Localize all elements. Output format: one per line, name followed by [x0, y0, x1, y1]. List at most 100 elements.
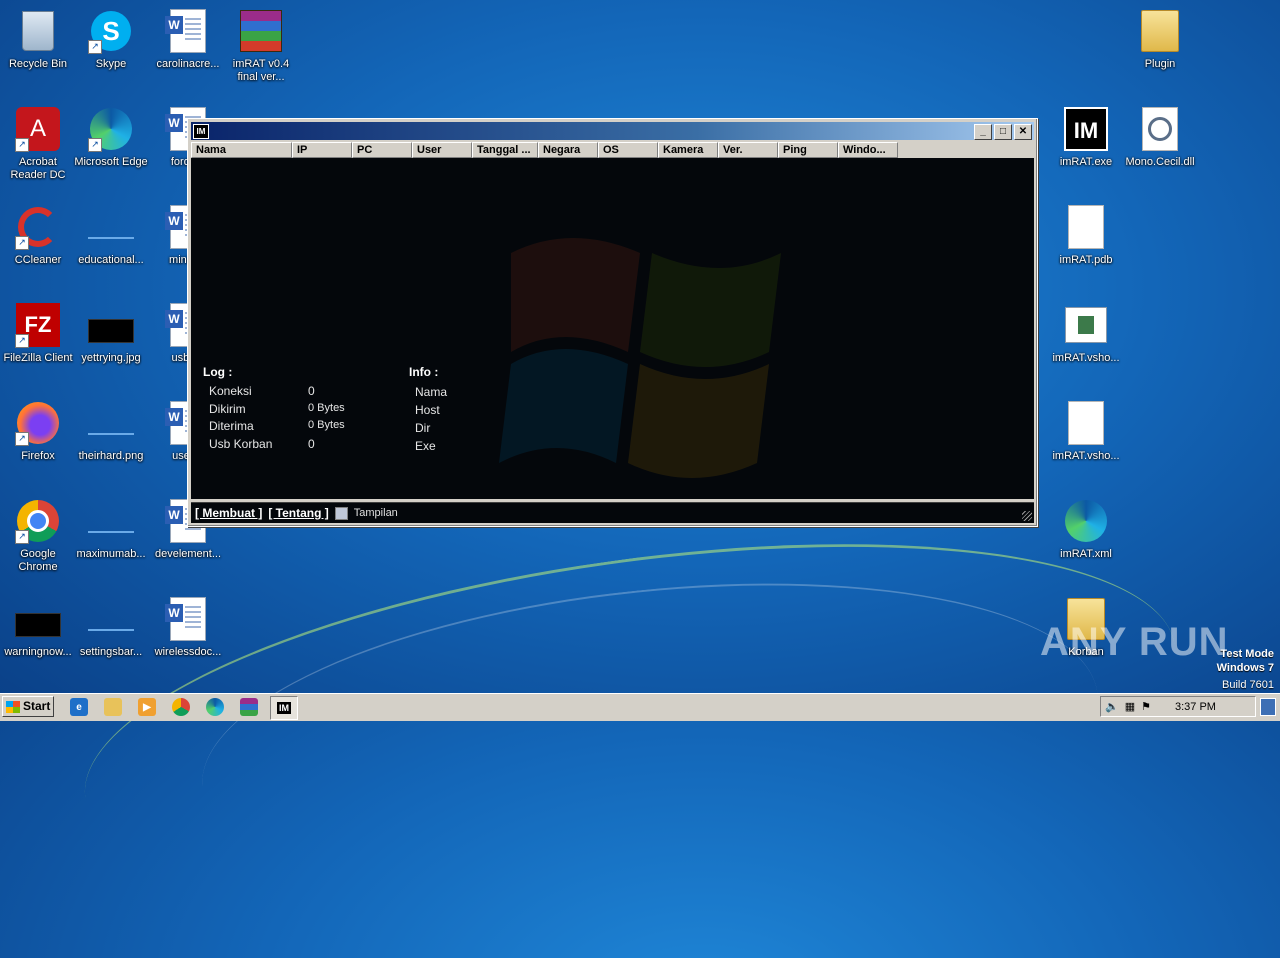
chrome-taskbar-icon[interactable]: [172, 698, 190, 716]
column-header-pc[interactable]: PC: [352, 142, 412, 158]
info-title: Info :: [409, 365, 439, 379]
resize-grip[interactable]: [1022, 511, 1032, 521]
chrome-icon: ↗: [15, 498, 61, 544]
desktop-icon-warningnow[interactable]: warningnow...: [0, 596, 76, 659]
system-tray: 🔈 ▦ ⚑ 3:37 PM: [1100, 696, 1256, 717]
desktop-icon-plugin[interactable]: Plugin: [1122, 8, 1198, 71]
windows-flag-icon: [6, 700, 20, 713]
desktop-icon-edge[interactable]: ↗ Microsoft Edge: [73, 106, 149, 169]
desktop-icon-imrat-vshost-1[interactable]: imRAT.vsho...: [1048, 302, 1124, 365]
internet-explorer-icon[interactable]: e: [70, 698, 88, 716]
acrobat-icon: A ↗: [15, 106, 61, 152]
start-button[interactable]: Start: [2, 696, 54, 717]
column-header-ver[interactable]: Ver.: [718, 142, 778, 158]
icon-label: Acrobat Reader DC: [10, 156, 66, 181]
column-header-tanggal[interactable]: Tanggal ...: [472, 142, 538, 158]
anyrun-watermark: ANY RUN: [1040, 620, 1229, 664]
volume-icon[interactable]: 🔈: [1105, 700, 1119, 713]
log-value-diterima: 0 Bytes: [308, 419, 345, 431]
title-bar[interactable]: IM _ □ ✕: [191, 122, 1034, 140]
taskbar: Start e ▶ IM 🔈 ▦ ⚑ 3:37 PM: [0, 693, 1280, 721]
desktop-icon-filezilla[interactable]: FZ ↗ FileZilla Client: [0, 302, 76, 365]
start-label: Start: [23, 699, 51, 713]
dll-icon: [1137, 106, 1183, 152]
info-label-dir: Dir: [415, 421, 431, 435]
network-icon[interactable]: ▦: [1125, 700, 1135, 713]
maximize-button[interactable]: □: [994, 124, 1012, 140]
image-thumbnail-icon: [88, 400, 134, 446]
test-mode-label: Test Mode: [1220, 648, 1274, 660]
folder-icon: [1137, 8, 1183, 54]
client-list[interactable]: Log : Koneksi 0 Dikirim 0 Bytes Diterima…: [191, 158, 1034, 499]
column-header-ping[interactable]: Ping: [778, 142, 838, 158]
blank-file-icon: [1063, 400, 1109, 446]
desktop-icon-imrat-pdb[interactable]: imRAT.pdb: [1048, 204, 1124, 267]
bottom-bar: [ Membuat ] [ Tentang ] Tampilan: [191, 502, 1034, 523]
icon-label: settingsbar...: [79, 646, 143, 658]
desktop-icon-yettrying[interactable]: yettrying.jpg: [73, 302, 149, 365]
desktop-icon-skype[interactable]: S ↗ Skype: [73, 8, 149, 71]
column-header-user[interactable]: User: [412, 142, 472, 158]
icon-label: yettrying.jpg: [81, 352, 141, 364]
close-button[interactable]: ✕: [1014, 124, 1032, 140]
desktop-icon-imrat-exe[interactable]: IM imRAT.exe: [1048, 106, 1124, 169]
column-headers: Nama IP PC User Tanggal ... Negara OS Ka…: [191, 142, 1034, 158]
icon-label: imRAT.vsho...: [1052, 450, 1120, 462]
desktop-icon-firefox[interactable]: ↗ Firefox: [0, 400, 76, 463]
desktop-icon-imrat-archive[interactable]: imRAT v0.4 final ver...: [223, 8, 299, 84]
minimize-button[interactable]: _: [974, 124, 992, 140]
imrat-app-icon: IM: [277, 702, 291, 714]
desktop-icon-carolinacre[interactable]: W carolinacre...: [150, 8, 226, 71]
desktop-icon-imrat-vshost-2[interactable]: imRAT.vsho...: [1048, 400, 1124, 463]
edge-icon: [1063, 498, 1109, 544]
desktop-icon-imrat-xml[interactable]: imRAT.xml: [1048, 498, 1124, 561]
log-value-koneksi: 0: [308, 384, 315, 398]
desktop-icon-mono-cecil[interactable]: Mono.Cecil.dll: [1122, 106, 1198, 169]
icon-label: imRAT.pdb: [1059, 254, 1113, 266]
icon-label: Plugin: [1144, 58, 1176, 70]
tentang-link[interactable]: [ Tentang ]: [268, 506, 328, 520]
media-player-icon[interactable]: ▶: [138, 698, 156, 716]
desktop-icon-chrome[interactable]: ↗ Google Chrome: [0, 498, 76, 574]
icon-label: Google Chrome: [18, 548, 58, 573]
edge-icon: ↗: [88, 106, 134, 152]
clock[interactable]: 3:37 PM: [1175, 701, 1216, 713]
imrat-taskbar-button[interactable]: IM: [270, 696, 298, 720]
word-doc-icon: W: [165, 8, 211, 54]
column-header-nama[interactable]: Nama: [191, 142, 292, 158]
column-header-negara[interactable]: Negara: [538, 142, 598, 158]
image-thumbnail-icon: [88, 498, 134, 544]
show-desktop-button[interactable]: [1260, 698, 1276, 716]
info-label-nama: Nama: [415, 385, 448, 399]
membuat-link[interactable]: [ Membuat ]: [195, 506, 262, 520]
application-window-icon: [1063, 302, 1109, 348]
icon-label: wirelessdoc...: [154, 646, 222, 658]
desktop-icon-educational[interactable]: educational...: [73, 204, 149, 267]
desktop-icon-maximumab[interactable]: maximumab...: [73, 498, 149, 561]
imrat-app-icon: IM: [1063, 106, 1109, 152]
log-label-diterima: Diterima: [209, 419, 254, 433]
desktop-icon-settingsbar[interactable]: settingsbar...: [73, 596, 149, 659]
desktop-icon-recycle-bin[interactable]: Recycle Bin: [0, 8, 76, 71]
tampilan-label: Tampilan: [353, 507, 398, 519]
icon-label: educational...: [78, 254, 144, 266]
column-header-window[interactable]: Windo...: [838, 142, 898, 158]
imrat-app-icon[interactable]: IM: [193, 124, 209, 139]
tampilan-checkbox[interactable]: [334, 506, 348, 520]
image-thumbnail-icon: [88, 596, 134, 642]
column-header-ip[interactable]: IP: [292, 142, 352, 158]
column-header-os[interactable]: OS: [598, 142, 658, 158]
firefox-icon: ↗: [15, 400, 61, 446]
imrat-window: IM _ □ ✕ Nama IP PC User Tanggal ... Neg…: [187, 118, 1038, 527]
info-label-exe: Exe: [415, 439, 436, 453]
edge-taskbar-icon[interactable]: [206, 698, 224, 716]
column-header-kamera[interactable]: Kamera: [658, 142, 718, 158]
winrar-taskbar-icon[interactable]: [240, 698, 258, 716]
icon-label: warningnow...: [4, 646, 72, 658]
desktop-icon-theirhard[interactable]: theirhard.png: [73, 400, 149, 463]
action-center-flag-icon[interactable]: ⚑: [1141, 700, 1151, 713]
file-explorer-icon[interactable]: [104, 698, 122, 716]
desktop-icon-ccleaner[interactable]: ↗ CCleaner: [0, 204, 76, 267]
desktop-icon-wirelessdoc[interactable]: W wirelessdoc...: [150, 596, 226, 659]
desktop-icon-acrobat[interactable]: A ↗ Acrobat Reader DC: [0, 106, 76, 182]
